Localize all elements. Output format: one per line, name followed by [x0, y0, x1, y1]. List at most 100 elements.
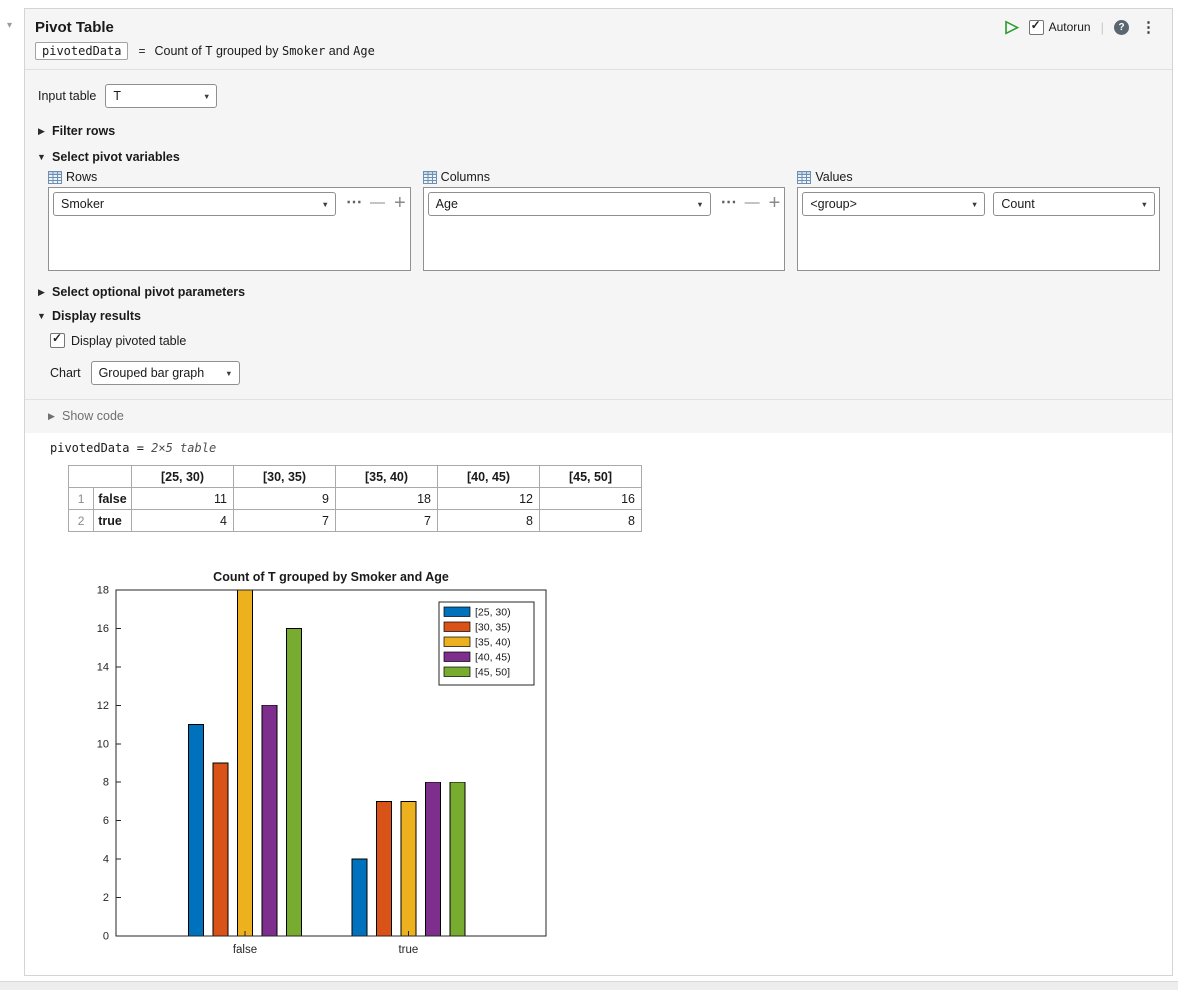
values-label: Values [815, 170, 853, 184]
section-optional-parameters[interactable]: ▶ Select optional pivot parameters [37, 285, 1160, 299]
y-tick-label: 2 [103, 892, 109, 904]
equals-sign: = [138, 44, 146, 58]
table-value-cell: 8 [539, 509, 642, 532]
y-tick-label: 4 [103, 854, 109, 866]
help-icon[interactable]: ? [1114, 19, 1129, 35]
section-filter-rows[interactable]: ▶ Filter rows [37, 124, 1160, 138]
table-value-cell: 18 [335, 487, 438, 510]
table-value-cell: 11 [131, 487, 234, 510]
chevron-down-icon: ▼ [321, 199, 329, 209]
values-method-dropdown[interactable]: Count ▼ [993, 192, 1156, 216]
chart-type-value: Grouped bar graph [98, 366, 205, 380]
rows-remove-variable-button[interactable]: — [370, 195, 385, 210]
table-column-header: [40, 45) [437, 465, 540, 488]
chevron-down-icon: ▼ [1140, 199, 1149, 209]
pivot-variables-row: Rows Smoker ▼ ⋯ — + Columns Age ▼ ⋯ — + … [48, 170, 1161, 271]
output-variable-field[interactable]: pivotedData [35, 42, 129, 60]
rows-variable-value: Smoker [61, 197, 105, 211]
x-tick-label: true [398, 944, 418, 956]
legend-swatch [443, 636, 471, 647]
bar [351, 858, 368, 937]
signature-part: Smoker [281, 44, 326, 58]
legend-swatch [443, 666, 471, 677]
pivoted-table: [25, 30) [30, 35) [35, 40) [40, 45) [45, 50]… [67, 465, 642, 532]
columns-add-variable-button[interactable]: + [769, 193, 781, 213]
chevron-right-icon: ▶ [38, 286, 45, 297]
select-pivot-variables-label: Select pivot variables [52, 150, 180, 164]
section-show-code[interactable]: ▶ Show code [25, 399, 1172, 433]
columns-label: Columns [440, 170, 490, 184]
section-select-pivot-variables[interactable]: ▼ Select pivot variables [37, 150, 1160, 164]
live-editor-page: { "colors": { "run_button": "#2e9c2e", "… [0, 0, 1178, 990]
result-summary: pivotedData = 2×5 table [50, 441, 1172, 455]
chevron-down-expanded-icon: ▼ [37, 311, 46, 321]
values-method-value: Count [1001, 197, 1035, 211]
table-grid-icon [422, 170, 437, 184]
row-number-cell: 2 [67, 509, 95, 532]
bar [237, 589, 253, 937]
chevron-down-icon: ▼ [970, 199, 979, 209]
header-actions: ▷ ✓ Autorun | ? ⋮ [1006, 18, 1159, 36]
columns-remove-variable-button[interactable]: — [745, 195, 760, 210]
bar [212, 762, 229, 937]
input-table-row: Input table T ▼ [38, 84, 1160, 108]
section-display-results[interactable]: ▼ Display results [37, 309, 1160, 323]
bar [261, 704, 278, 937]
header-divider: | [1100, 19, 1104, 35]
display-results-label: Display results [52, 309, 141, 323]
columns-box: Age ▼ ⋯ — + [422, 187, 786, 271]
task-signature-row: pivotedData = Count of T grouped by Smok… [35, 42, 1158, 60]
rows-variable-dropdown[interactable]: Smoker ▼ [53, 192, 336, 216]
input-table-dropdown[interactable]: T ▼ [105, 84, 218, 108]
values-group-dropdown[interactable]: <group> ▼ [802, 192, 986, 216]
y-tick-label: 18 [97, 585, 109, 597]
table-column-header: [25, 30) [131, 465, 234, 488]
optional-parameters-label: Select optional pivot parameters [52, 285, 246, 299]
bar [449, 781, 466, 937]
columns-panel: Columns Age ▼ ⋯ — + [422, 170, 786, 271]
chevron-down-icon: ▼ [202, 91, 211, 101]
y-tick-label: 16 [97, 623, 109, 635]
autorun-label: Autorun [1048, 20, 1091, 34]
legend-label: [35, 40) [475, 637, 511, 649]
input-table-label: Input table [38, 89, 97, 103]
signature-part: and [325, 44, 354, 58]
chevron-right-icon: ▶ [38, 125, 45, 136]
rows-add-variable-button[interactable]: + [394, 193, 406, 213]
run-button[interactable]: ▷ [1006, 18, 1019, 35]
document-section-collapse-icon[interactable]: ▾ [7, 20, 12, 31]
display-pivoted-table-checkbox[interactable]: ✓ [50, 332, 65, 348]
columns-variable-dropdown[interactable]: Age ▼ [427, 192, 711, 216]
legend-label: [25, 30) [475, 607, 511, 619]
columns-options-ellipsis-icon[interactable]: ⋯ [721, 195, 737, 211]
rows-options-ellipsis-icon[interactable]: ⋯ [346, 195, 362, 211]
legend-swatch [443, 621, 471, 632]
chart-type-row: Chart Grouped bar graph ▼ [50, 361, 1160, 385]
chart-title: Count of T grouped by Smoker and Age [213, 570, 449, 584]
x-tick-label: false [233, 944, 257, 956]
rows-panel: Rows Smoker ▼ ⋯ — + [48, 170, 411, 271]
chart-type-dropdown[interactable]: Grouped bar graph ▼ [90, 361, 240, 385]
task-body: Input table T ▼ ▶ Filter rows ▼ Select p… [25, 70, 1172, 433]
task-title: Pivot Table [35, 18, 114, 36]
y-tick-label: 6 [103, 815, 109, 827]
columns-panel-header: Columns [422, 170, 786, 184]
autorun-checkbox[interactable]: ✓ [1028, 18, 1044, 35]
table-value-cell: 7 [335, 509, 438, 532]
table-value-cell: 8 [437, 509, 540, 532]
y-tick-label: 10 [97, 738, 109, 750]
y-tick-label: 0 [103, 931, 109, 943]
legend-label: [30, 35) [475, 622, 511, 634]
task-header: Pivot Table ▷ ✓ Autorun | ? ⋮ pivotedDat… [25, 9, 1172, 70]
display-pivoted-table-row: ✓ Display pivoted table [50, 332, 1160, 348]
y-tick-label: 12 [97, 700, 109, 712]
overflow-menu-icon[interactable]: ⋮ [1139, 18, 1158, 36]
rows-label: Rows [66, 170, 98, 184]
title-row: Pivot Table ▷ ✓ Autorun | ? ⋮ [35, 18, 1158, 36]
table-column-header: [35, 40) [335, 465, 438, 488]
values-group-value: <group> [810, 197, 857, 211]
legend-swatch [443, 651, 471, 662]
chevron-right-icon: ▶ [48, 410, 55, 421]
table-grid-icon [797, 170, 812, 184]
filter-rows-label: Filter rows [52, 124, 116, 138]
